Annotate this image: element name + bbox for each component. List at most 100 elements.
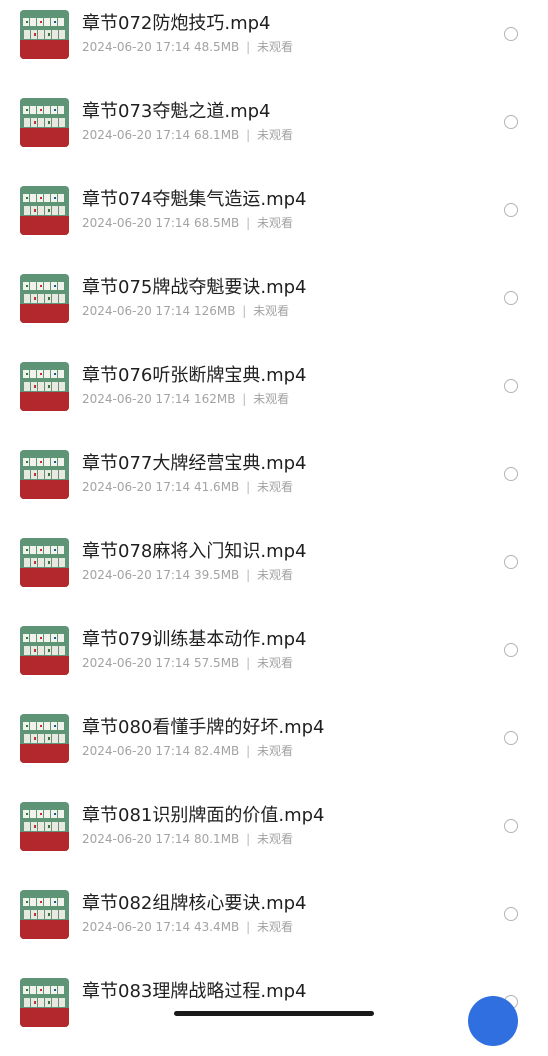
watch-status: 未观看 bbox=[256, 744, 293, 758]
file-row[interactable]: 章节077大牌经营宝典.mp4 2024-06-20 17:14 41.6MB … bbox=[0, 440, 548, 528]
video-thumbnail bbox=[20, 890, 69, 939]
file-name: 章节073夺魁之道.mp4 bbox=[82, 101, 271, 122]
file-date: 2024-06-20 17:14 bbox=[82, 304, 191, 318]
file-name: 章节078麻将入门知识.mp4 bbox=[82, 541, 307, 562]
watch-status: 未观看 bbox=[256, 920, 293, 934]
radio-unchecked-icon[interactable] bbox=[504, 907, 518, 921]
video-thumbnail bbox=[20, 362, 69, 411]
file-meta: 2024-06-20 17:14 80.1MB | 未观看 bbox=[82, 830, 293, 848]
file-date: 2024-06-20 17:14 bbox=[82, 920, 191, 934]
file-meta: 2024-06-20 17:14 57.5MB | 未观看 bbox=[82, 654, 293, 672]
radio-unchecked-icon[interactable] bbox=[504, 203, 518, 217]
radio-unchecked-icon[interactable] bbox=[504, 555, 518, 569]
meta-separator: | bbox=[246, 744, 251, 758]
radio-unchecked-icon[interactable] bbox=[504, 467, 518, 481]
meta-separator: | bbox=[246, 40, 251, 54]
file-date: 2024-06-20 17:14 bbox=[82, 744, 191, 758]
video-thumbnail bbox=[20, 626, 69, 675]
file-meta: 2024-06-20 17:14 41.6MB | 未观看 bbox=[82, 478, 293, 496]
radio-unchecked-icon[interactable] bbox=[504, 819, 518, 833]
file-row[interactable]: 章节076听张断牌宝典.mp4 2024-06-20 17:14 162MB |… bbox=[0, 352, 548, 440]
file-meta: 2024-06-20 17:14 126MB | 未观看 bbox=[82, 302, 289, 320]
meta-separator: | bbox=[246, 568, 251, 582]
file-row[interactable]: 章节082组牌核心要诀.mp4 2024-06-20 17:14 43.4MB … bbox=[0, 880, 548, 968]
file-name: 章节075牌战夺魁要诀.mp4 bbox=[82, 277, 307, 298]
file-meta: 2024-06-20 17:14 162MB | 未观看 bbox=[82, 390, 289, 408]
meta-separator: | bbox=[242, 304, 247, 318]
video-thumbnail bbox=[20, 978, 69, 1027]
watch-status: 未观看 bbox=[256, 216, 293, 230]
file-size: 82.4MB bbox=[193, 744, 240, 758]
radio-unchecked-icon[interactable] bbox=[504, 115, 518, 129]
radio-unchecked-icon[interactable] bbox=[504, 731, 518, 745]
watch-status: 未观看 bbox=[256, 656, 293, 670]
file-name: 章节072防炮技巧.mp4 bbox=[82, 13, 271, 34]
file-name: 章节083理牌战略过程.mp4 bbox=[82, 981, 307, 1002]
meta-separator: | bbox=[246, 920, 251, 934]
file-name: 章节081识别牌面的价值.mp4 bbox=[82, 805, 325, 826]
file-row[interactable]: 章节075牌战夺魁要诀.mp4 2024-06-20 17:14 126MB |… bbox=[0, 264, 548, 352]
file-date: 2024-06-20 17:14 bbox=[82, 128, 191, 142]
file-date: 2024-06-20 17:14 bbox=[82, 656, 191, 670]
file-row[interactable]: 章节078麻将入门知识.mp4 2024-06-20 17:14 39.5MB … bbox=[0, 528, 548, 616]
file-size: 43.4MB bbox=[193, 920, 240, 934]
watch-status: 未观看 bbox=[253, 304, 290, 318]
file-name: 章节076听张断牌宝典.mp4 bbox=[82, 365, 307, 386]
file-date: 2024-06-20 17:14 bbox=[82, 480, 191, 494]
file-name: 章节082组牌核心要诀.mp4 bbox=[82, 893, 307, 914]
file-name: 章节079训练基本动作.mp4 bbox=[82, 629, 307, 650]
video-thumbnail bbox=[20, 714, 69, 763]
video-thumbnail bbox=[20, 98, 69, 147]
meta-separator: | bbox=[246, 216, 251, 230]
file-row[interactable]: 章节079训练基本动作.mp4 2024-06-20 17:14 57.5MB … bbox=[0, 616, 548, 704]
meta-separator: | bbox=[246, 128, 251, 142]
file-row[interactable]: 章节072防炮技巧.mp4 2024-06-20 17:14 48.5MB | … bbox=[0, 0, 548, 88]
file-size: 41.6MB bbox=[193, 480, 240, 494]
file-size: 39.5MB bbox=[193, 568, 240, 582]
file-list: 章节072防炮技巧.mp4 2024-06-20 17:14 48.5MB | … bbox=[0, 0, 548, 1056]
file-meta: 2024-06-20 17:14 68.5MB | 未观看 bbox=[82, 214, 293, 232]
radio-unchecked-icon[interactable] bbox=[504, 379, 518, 393]
file-meta: 2024-06-20 17:14 68.1MB | 未观看 bbox=[82, 126, 293, 144]
video-thumbnail bbox=[20, 10, 69, 59]
video-thumbnail bbox=[20, 274, 69, 323]
floating-action-button[interactable] bbox=[468, 996, 518, 1046]
watch-status: 未观看 bbox=[256, 128, 293, 142]
watch-status: 未观看 bbox=[253, 392, 290, 406]
video-thumbnail bbox=[20, 538, 69, 587]
meta-separator: | bbox=[246, 832, 251, 846]
file-date: 2024-06-20 17:14 bbox=[82, 216, 191, 230]
video-thumbnail bbox=[20, 450, 69, 499]
video-thumbnail bbox=[20, 802, 69, 851]
watch-status: 未观看 bbox=[256, 832, 293, 846]
video-thumbnail bbox=[20, 186, 69, 235]
file-size: 48.5MB bbox=[193, 40, 240, 54]
file-size: 80.1MB bbox=[193, 832, 240, 846]
file-row[interactable]: 章节080看懂手牌的好坏.mp4 2024-06-20 17:14 82.4MB… bbox=[0, 704, 548, 792]
file-date: 2024-06-20 17:14 bbox=[82, 392, 191, 406]
file-date: 2024-06-20 17:14 bbox=[82, 40, 191, 54]
radio-unchecked-icon[interactable] bbox=[504, 291, 518, 305]
meta-separator: | bbox=[242, 392, 247, 406]
watch-status: 未观看 bbox=[256, 40, 293, 54]
radio-unchecked-icon[interactable] bbox=[504, 643, 518, 657]
file-size: 162MB bbox=[193, 392, 236, 406]
home-indicator bbox=[174, 1011, 374, 1016]
file-row[interactable]: 章节073夺魁之道.mp4 2024-06-20 17:14 68.1MB | … bbox=[0, 88, 548, 176]
file-name: 章节074夺魁集气造运.mp4 bbox=[82, 189, 307, 210]
file-date: 2024-06-20 17:14 bbox=[82, 568, 191, 582]
file-date: 2024-06-20 17:14 bbox=[82, 832, 191, 846]
file-size: 68.5MB bbox=[193, 216, 240, 230]
file-meta: 2024-06-20 17:14 43.4MB | 未观看 bbox=[82, 918, 293, 936]
radio-unchecked-icon[interactable] bbox=[504, 27, 518, 41]
file-row[interactable]: 章节081识别牌面的价值.mp4 2024-06-20 17:14 80.1MB… bbox=[0, 792, 548, 880]
meta-separator: | bbox=[246, 656, 251, 670]
file-name: 章节077大牌经营宝典.mp4 bbox=[82, 453, 307, 474]
file-meta: 2024-06-20 17:14 39.5MB | 未观看 bbox=[82, 566, 293, 584]
file-size: 57.5MB bbox=[193, 656, 240, 670]
file-row[interactable]: 章节074夺魁集气造运.mp4 2024-06-20 17:14 68.5MB … bbox=[0, 176, 548, 264]
file-name: 章节080看懂手牌的好坏.mp4 bbox=[82, 717, 325, 738]
watch-status: 未观看 bbox=[256, 480, 293, 494]
file-meta: 2024-06-20 17:14 82.4MB | 未观看 bbox=[82, 742, 293, 760]
watch-status: 未观看 bbox=[256, 568, 293, 582]
